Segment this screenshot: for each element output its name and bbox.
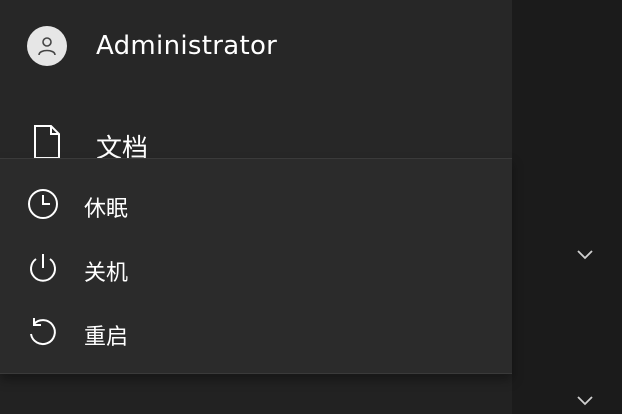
menu-item-label: 休眠 <box>84 197 129 222</box>
user-name: Administrator <box>96 31 278 61</box>
menu-item-label: 关机 <box>84 261 129 286</box>
person-icon <box>27 26 67 66</box>
clock-icon <box>26 187 60 221</box>
chevron-down-icon[interactable] <box>576 246 594 265</box>
start-menu-right-pane <box>512 0 622 414</box>
menu-item-shutdown[interactable]: 关机 <box>0 239 512 295</box>
menu-item-label: 重启 <box>84 325 129 350</box>
user-account-button[interactable]: Administrator <box>0 22 512 72</box>
menu-item-restart[interactable]: 重启 <box>0 303 512 359</box>
bottom-partial-row <box>0 373 512 414</box>
power-icon <box>26 251 60 285</box>
power-options-menu: 休眠 关机 重启 <box>0 158 512 374</box>
restart-icon <box>26 315 60 349</box>
menu-item-sleep[interactable]: 休眠 <box>0 175 512 231</box>
chevron-down-icon[interactable] <box>576 392 594 411</box>
